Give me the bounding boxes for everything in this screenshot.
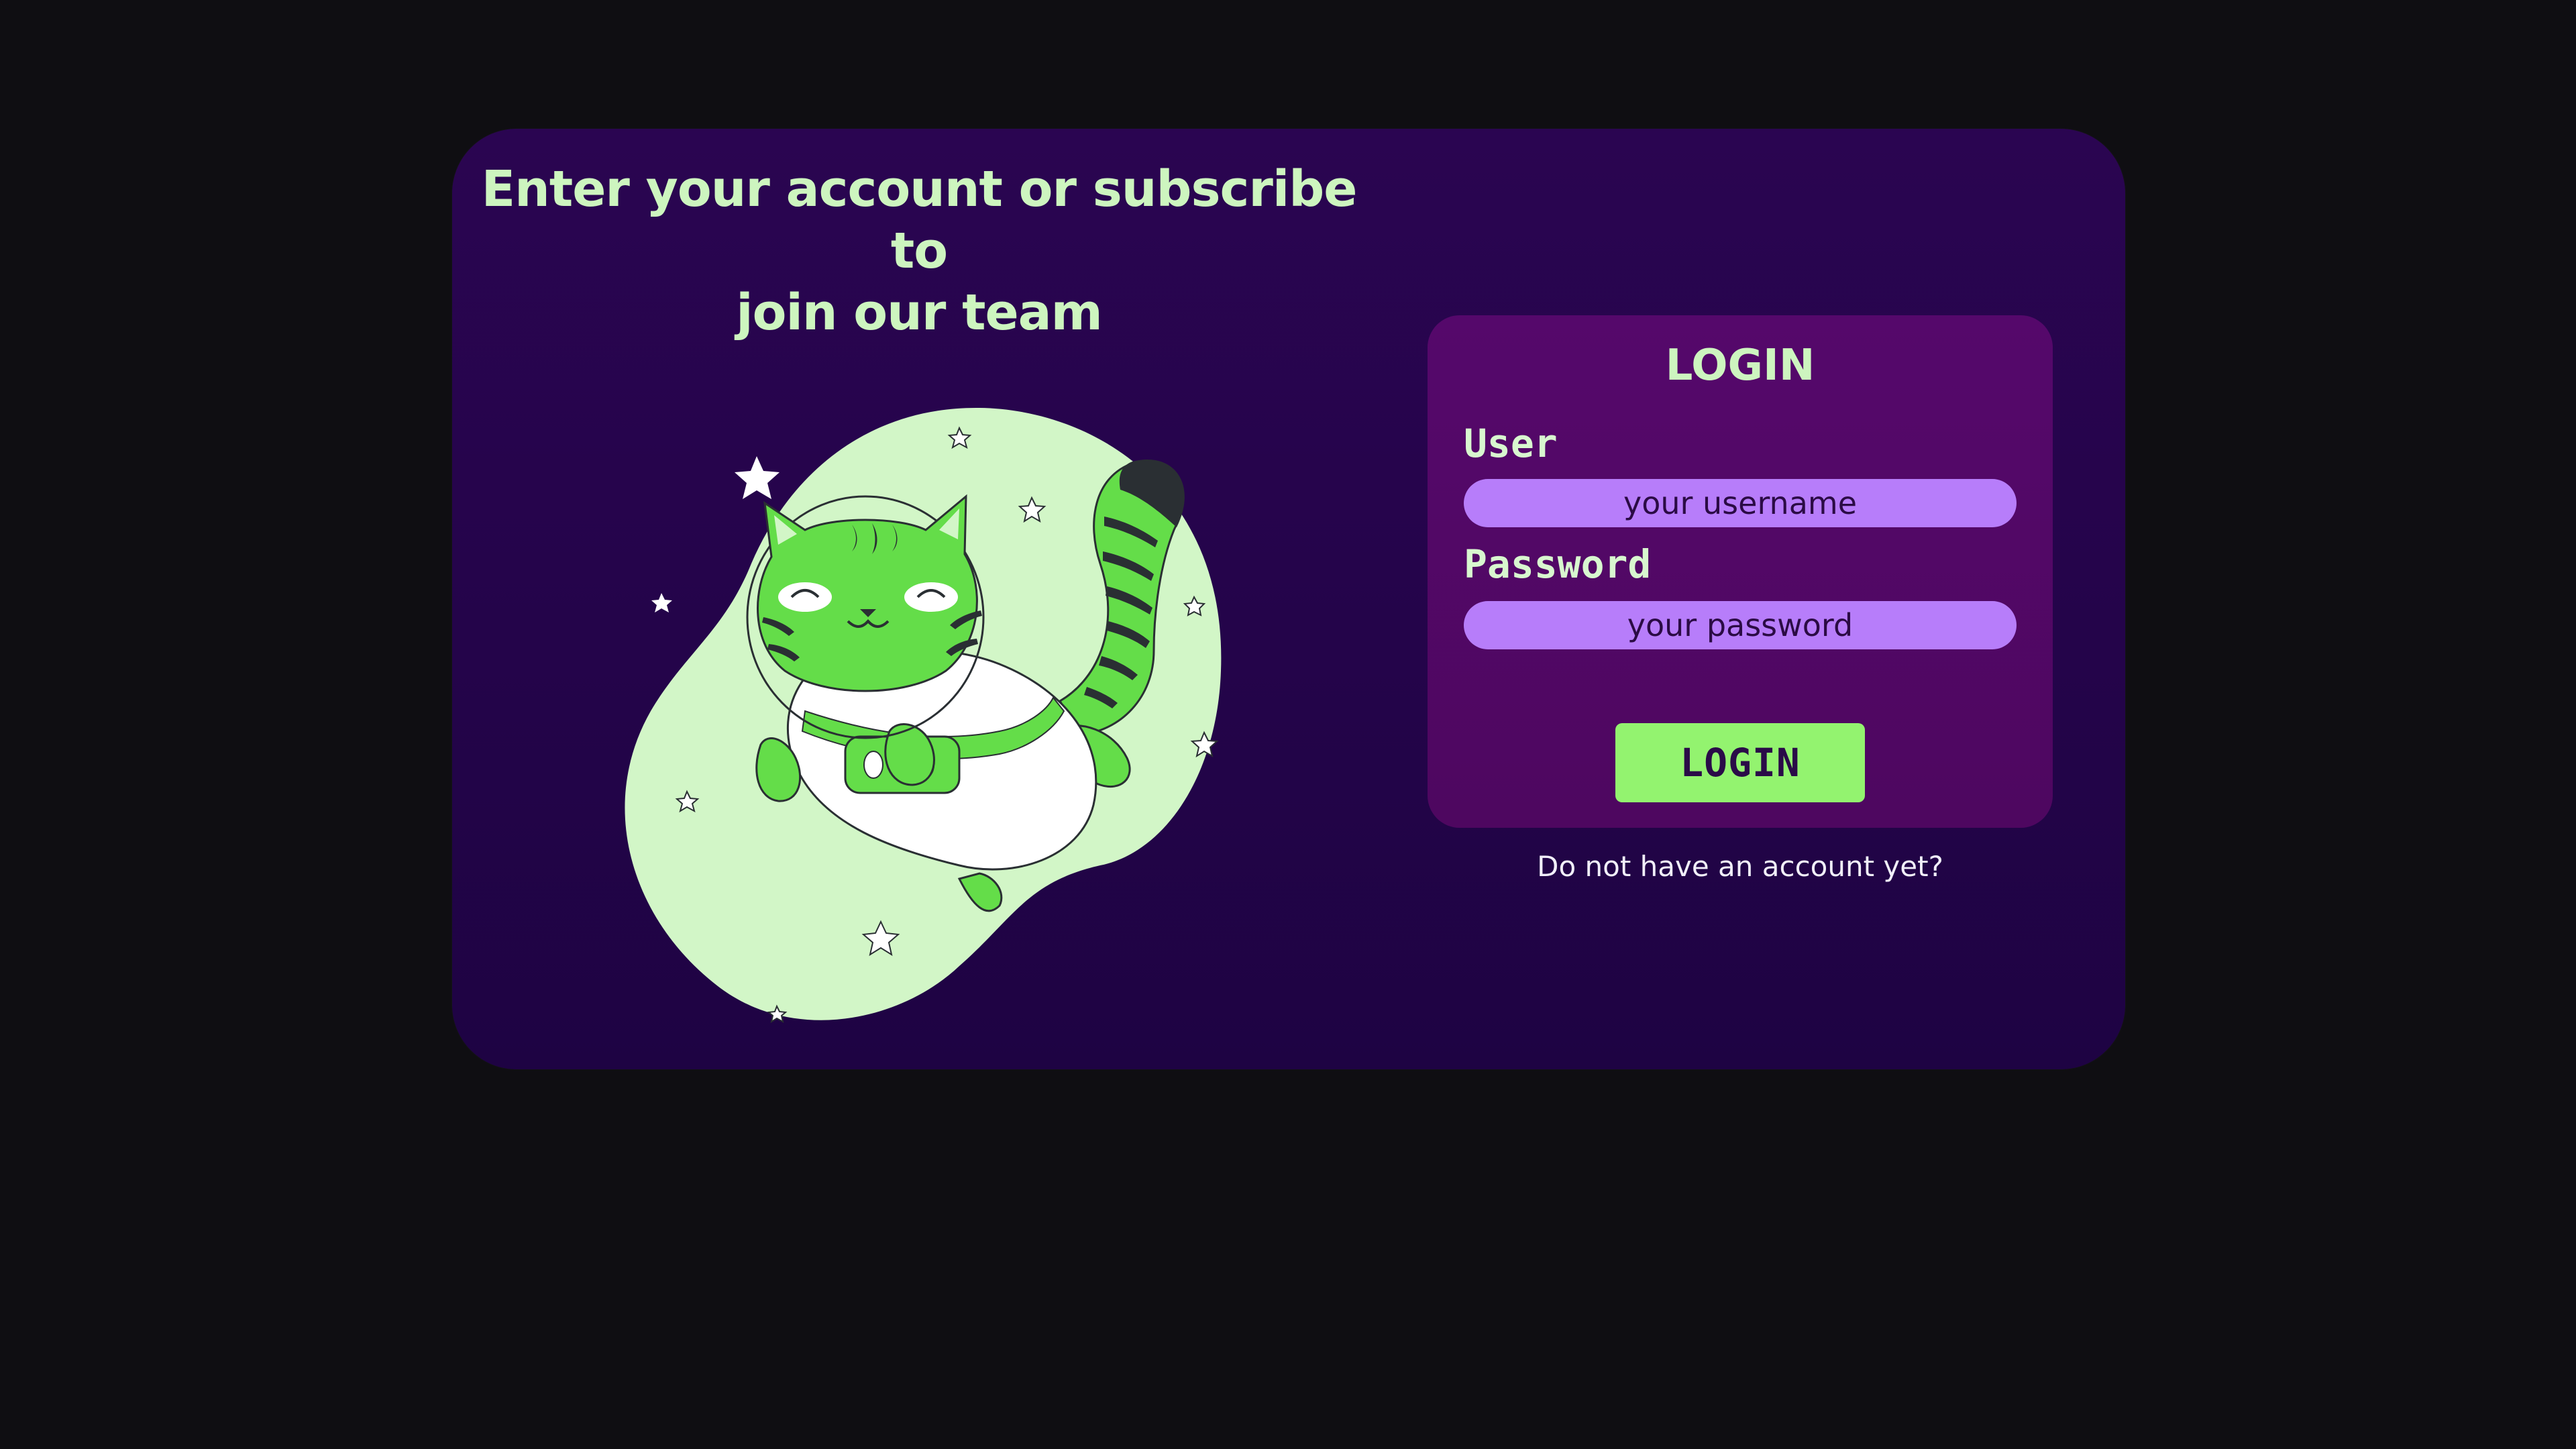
cat-head <box>757 494 982 692</box>
astronaut-cat-icon <box>625 407 1222 1024</box>
password-label: Password <box>1464 541 1652 587</box>
password-input[interactable] <box>1464 601 2017 649</box>
login-title: LOGIN <box>1665 341 1815 390</box>
headline-line-2: join our team <box>736 284 1102 341</box>
headline-line-1: Enter your account or subscribe to <box>481 160 1358 280</box>
login-button[interactable]: LOGIN <box>1615 723 1865 802</box>
page-title: Enter your account or subscribe to join … <box>452 158 1386 343</box>
user-label: User <box>1464 421 1558 466</box>
signup-link[interactable]: Do not have an account yet? <box>1428 847 2053 887</box>
username-input[interactable] <box>1464 479 2017 527</box>
